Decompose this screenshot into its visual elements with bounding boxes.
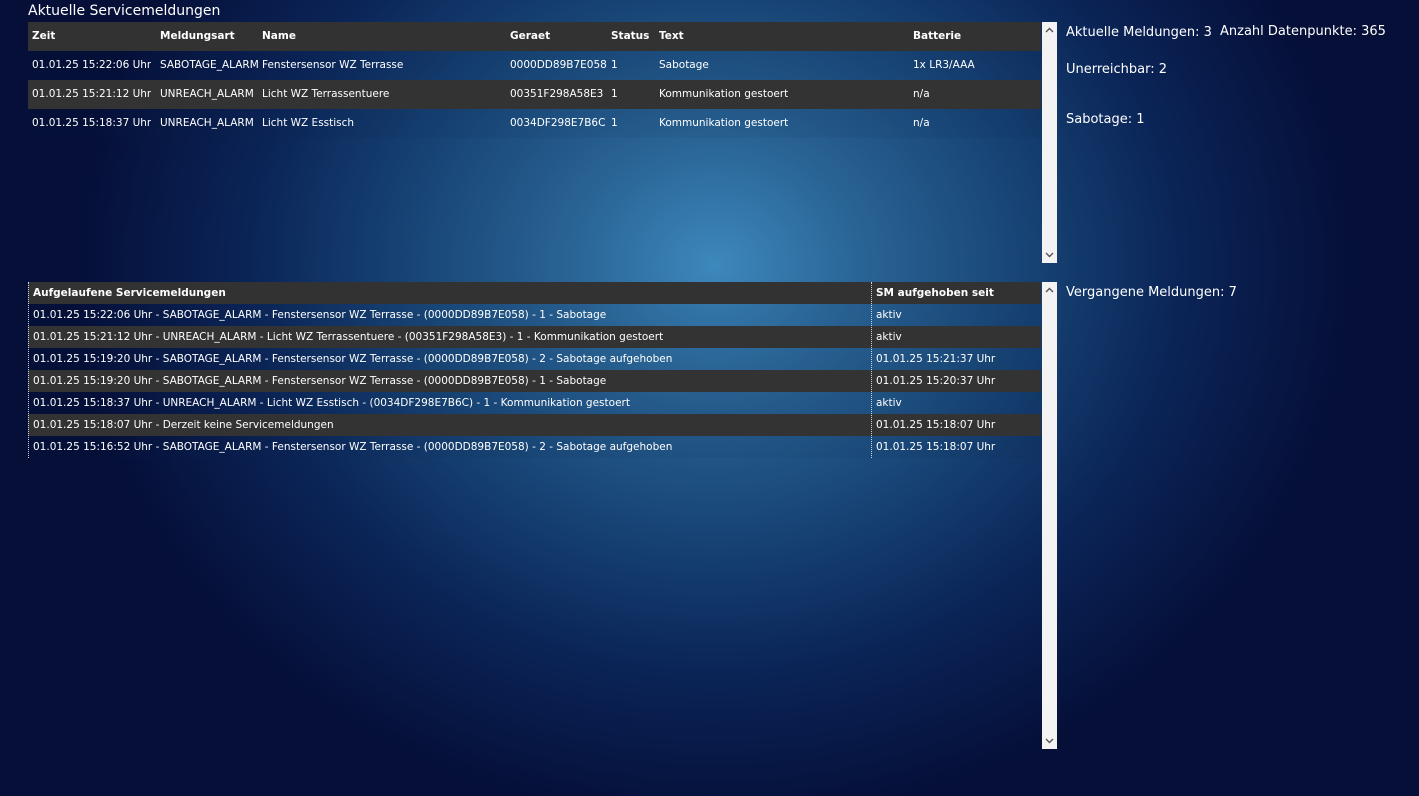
cell-message: 01.01.25 15:18:37 Uhr - UNREACH_ALARM - … xyxy=(33,397,630,409)
header-text[interactable]: Text xyxy=(659,22,684,51)
chevron-down-icon[interactable] xyxy=(1042,734,1057,748)
column-divider xyxy=(871,282,872,458)
cell-battery: 1x LR3/AAA xyxy=(913,59,975,71)
chevron-up-icon[interactable] xyxy=(1042,283,1057,297)
current-messages-table: Zeit Meldungsart Name Geraet Status Text… xyxy=(28,22,1041,138)
cell-resolved-since: aktiv xyxy=(876,397,902,409)
chevron-down-icon[interactable] xyxy=(1042,248,1057,262)
table-row[interactable]: 01.01.25 15:16:52 Uhr - SABOTAGE_ALARM -… xyxy=(28,436,1041,458)
cell-message: 01.01.25 15:19:20 Uhr - SABOTAGE_ALARM -… xyxy=(33,375,607,387)
column-divider xyxy=(28,282,29,458)
table-row[interactable]: 01.01.25 15:18:37 Uhr UNREACH_ALARM Lich… xyxy=(28,109,1041,138)
cell-resolved-since: 01.01.25 15:20:37 Uhr xyxy=(876,375,996,387)
cell-message: 01.01.25 15:22:06 Uhr - SABOTAGE_ALARM -… xyxy=(33,309,607,321)
cell-name: Licht WZ Terrassentuere xyxy=(262,88,390,100)
cell-device: 0034DF298E7B6C xyxy=(510,117,606,129)
current-table-header: Zeit Meldungsart Name Geraet Status Text… xyxy=(28,22,1041,51)
page-title: Aktuelle Servicemeldungen xyxy=(28,3,221,19)
cell-device: 00351F298A58E3 xyxy=(510,88,604,100)
cell-type: SABOTAGE_ALARM xyxy=(160,59,259,71)
cell-message: 01.01.25 15:16:52 Uhr - SABOTAGE_ALARM -… xyxy=(33,441,673,453)
cell-type: UNREACH_ALARM xyxy=(160,117,254,129)
table-row[interactable]: 01.01.25 15:18:07 Uhr - Derzeit keine Se… xyxy=(28,414,1041,436)
current-messages-count: Aktuelle Meldungen: 3 xyxy=(1066,25,1212,40)
header-time[interactable]: Zeit xyxy=(32,22,55,51)
sabotage-count: Sabotage: 1 xyxy=(1066,112,1145,127)
cell-text: Sabotage xyxy=(659,59,709,71)
cell-device: 0000DD89B7E058 xyxy=(510,59,607,71)
history-table-scrollbar[interactable] xyxy=(1042,282,1057,749)
cell-battery: n/a xyxy=(913,88,930,100)
current-table-scrollbar[interactable] xyxy=(1042,22,1057,263)
header-battery[interactable]: Batterie xyxy=(913,22,961,51)
history-table-header: Aufgelaufene Servicemeldungen SM aufgeho… xyxy=(28,282,1041,304)
history-messages-table: Aufgelaufene Servicemeldungen SM aufgeho… xyxy=(28,282,1041,458)
past-messages-count: Vergangene Meldungen: 7 xyxy=(1066,285,1237,300)
cell-name: Fenstersensor WZ Terrasse xyxy=(262,59,404,71)
table-row[interactable]: 01.01.25 15:19:20 Uhr - SABOTAGE_ALARM -… xyxy=(28,370,1041,392)
cell-text: Kommunikation gestoert xyxy=(659,117,789,129)
cell-name: Licht WZ Esstisch xyxy=(262,117,355,129)
table-row[interactable]: 01.01.25 15:22:06 Uhr SABOTAGE_ALARM Fen… xyxy=(28,51,1041,80)
cell-type: UNREACH_ALARM xyxy=(160,88,254,100)
datapoints-count: Anzahl Datenpunkte: 365 xyxy=(1220,24,1386,39)
cell-resolved-since: 01.01.25 15:18:07 Uhr xyxy=(876,419,996,431)
cell-message: 01.01.25 15:18:07 Uhr - Derzeit keine Se… xyxy=(33,419,334,431)
header-history-message[interactable]: Aufgelaufene Servicemeldungen xyxy=(33,282,868,304)
cell-status: 1 xyxy=(611,117,618,129)
cell-text: Kommunikation gestoert xyxy=(659,88,789,100)
cell-time: 01.01.25 15:22:06 Uhr xyxy=(32,59,152,71)
header-resolved-since[interactable]: SM aufgehoben seit xyxy=(876,282,1036,304)
header-status[interactable]: Status xyxy=(611,22,649,51)
table-row[interactable]: 01.01.25 15:21:12 Uhr - UNREACH_ALARM - … xyxy=(28,326,1041,348)
header-name[interactable]: Name xyxy=(262,22,296,51)
chevron-up-icon[interactable] xyxy=(1042,23,1057,37)
cell-status: 1 xyxy=(611,88,618,100)
cell-resolved-since: aktiv xyxy=(876,309,902,321)
cell-resolved-since: 01.01.25 15:21:37 Uhr xyxy=(876,353,996,365)
table-row[interactable]: 01.01.25 15:19:20 Uhr - SABOTAGE_ALARM -… xyxy=(28,348,1041,370)
header-device[interactable]: Geraet xyxy=(510,22,550,51)
table-row[interactable]: 01.01.25 15:21:12 Uhr UNREACH_ALARM Lich… xyxy=(28,80,1041,109)
header-type[interactable]: Meldungsart xyxy=(160,22,235,51)
cell-battery: n/a xyxy=(913,117,930,129)
cell-status: 1 xyxy=(611,59,618,71)
cell-message: 01.01.25 15:19:20 Uhr - SABOTAGE_ALARM -… xyxy=(33,353,673,365)
cell-time: 01.01.25 15:18:37 Uhr xyxy=(32,117,152,129)
cell-time: 01.01.25 15:21:12 Uhr xyxy=(32,88,152,100)
table-row[interactable]: 01.01.25 15:18:37 Uhr - UNREACH_ALARM - … xyxy=(28,392,1041,414)
cell-message: 01.01.25 15:21:12 Uhr - UNREACH_ALARM - … xyxy=(33,331,664,343)
table-row[interactable]: 01.01.25 15:22:06 Uhr - SABOTAGE_ALARM -… xyxy=(28,304,1041,326)
cell-resolved-since: aktiv xyxy=(876,331,902,343)
cell-resolved-since: 01.01.25 15:18:07 Uhr xyxy=(876,441,996,453)
unreachable-count: Unerreichbar: 2 xyxy=(1066,62,1168,77)
